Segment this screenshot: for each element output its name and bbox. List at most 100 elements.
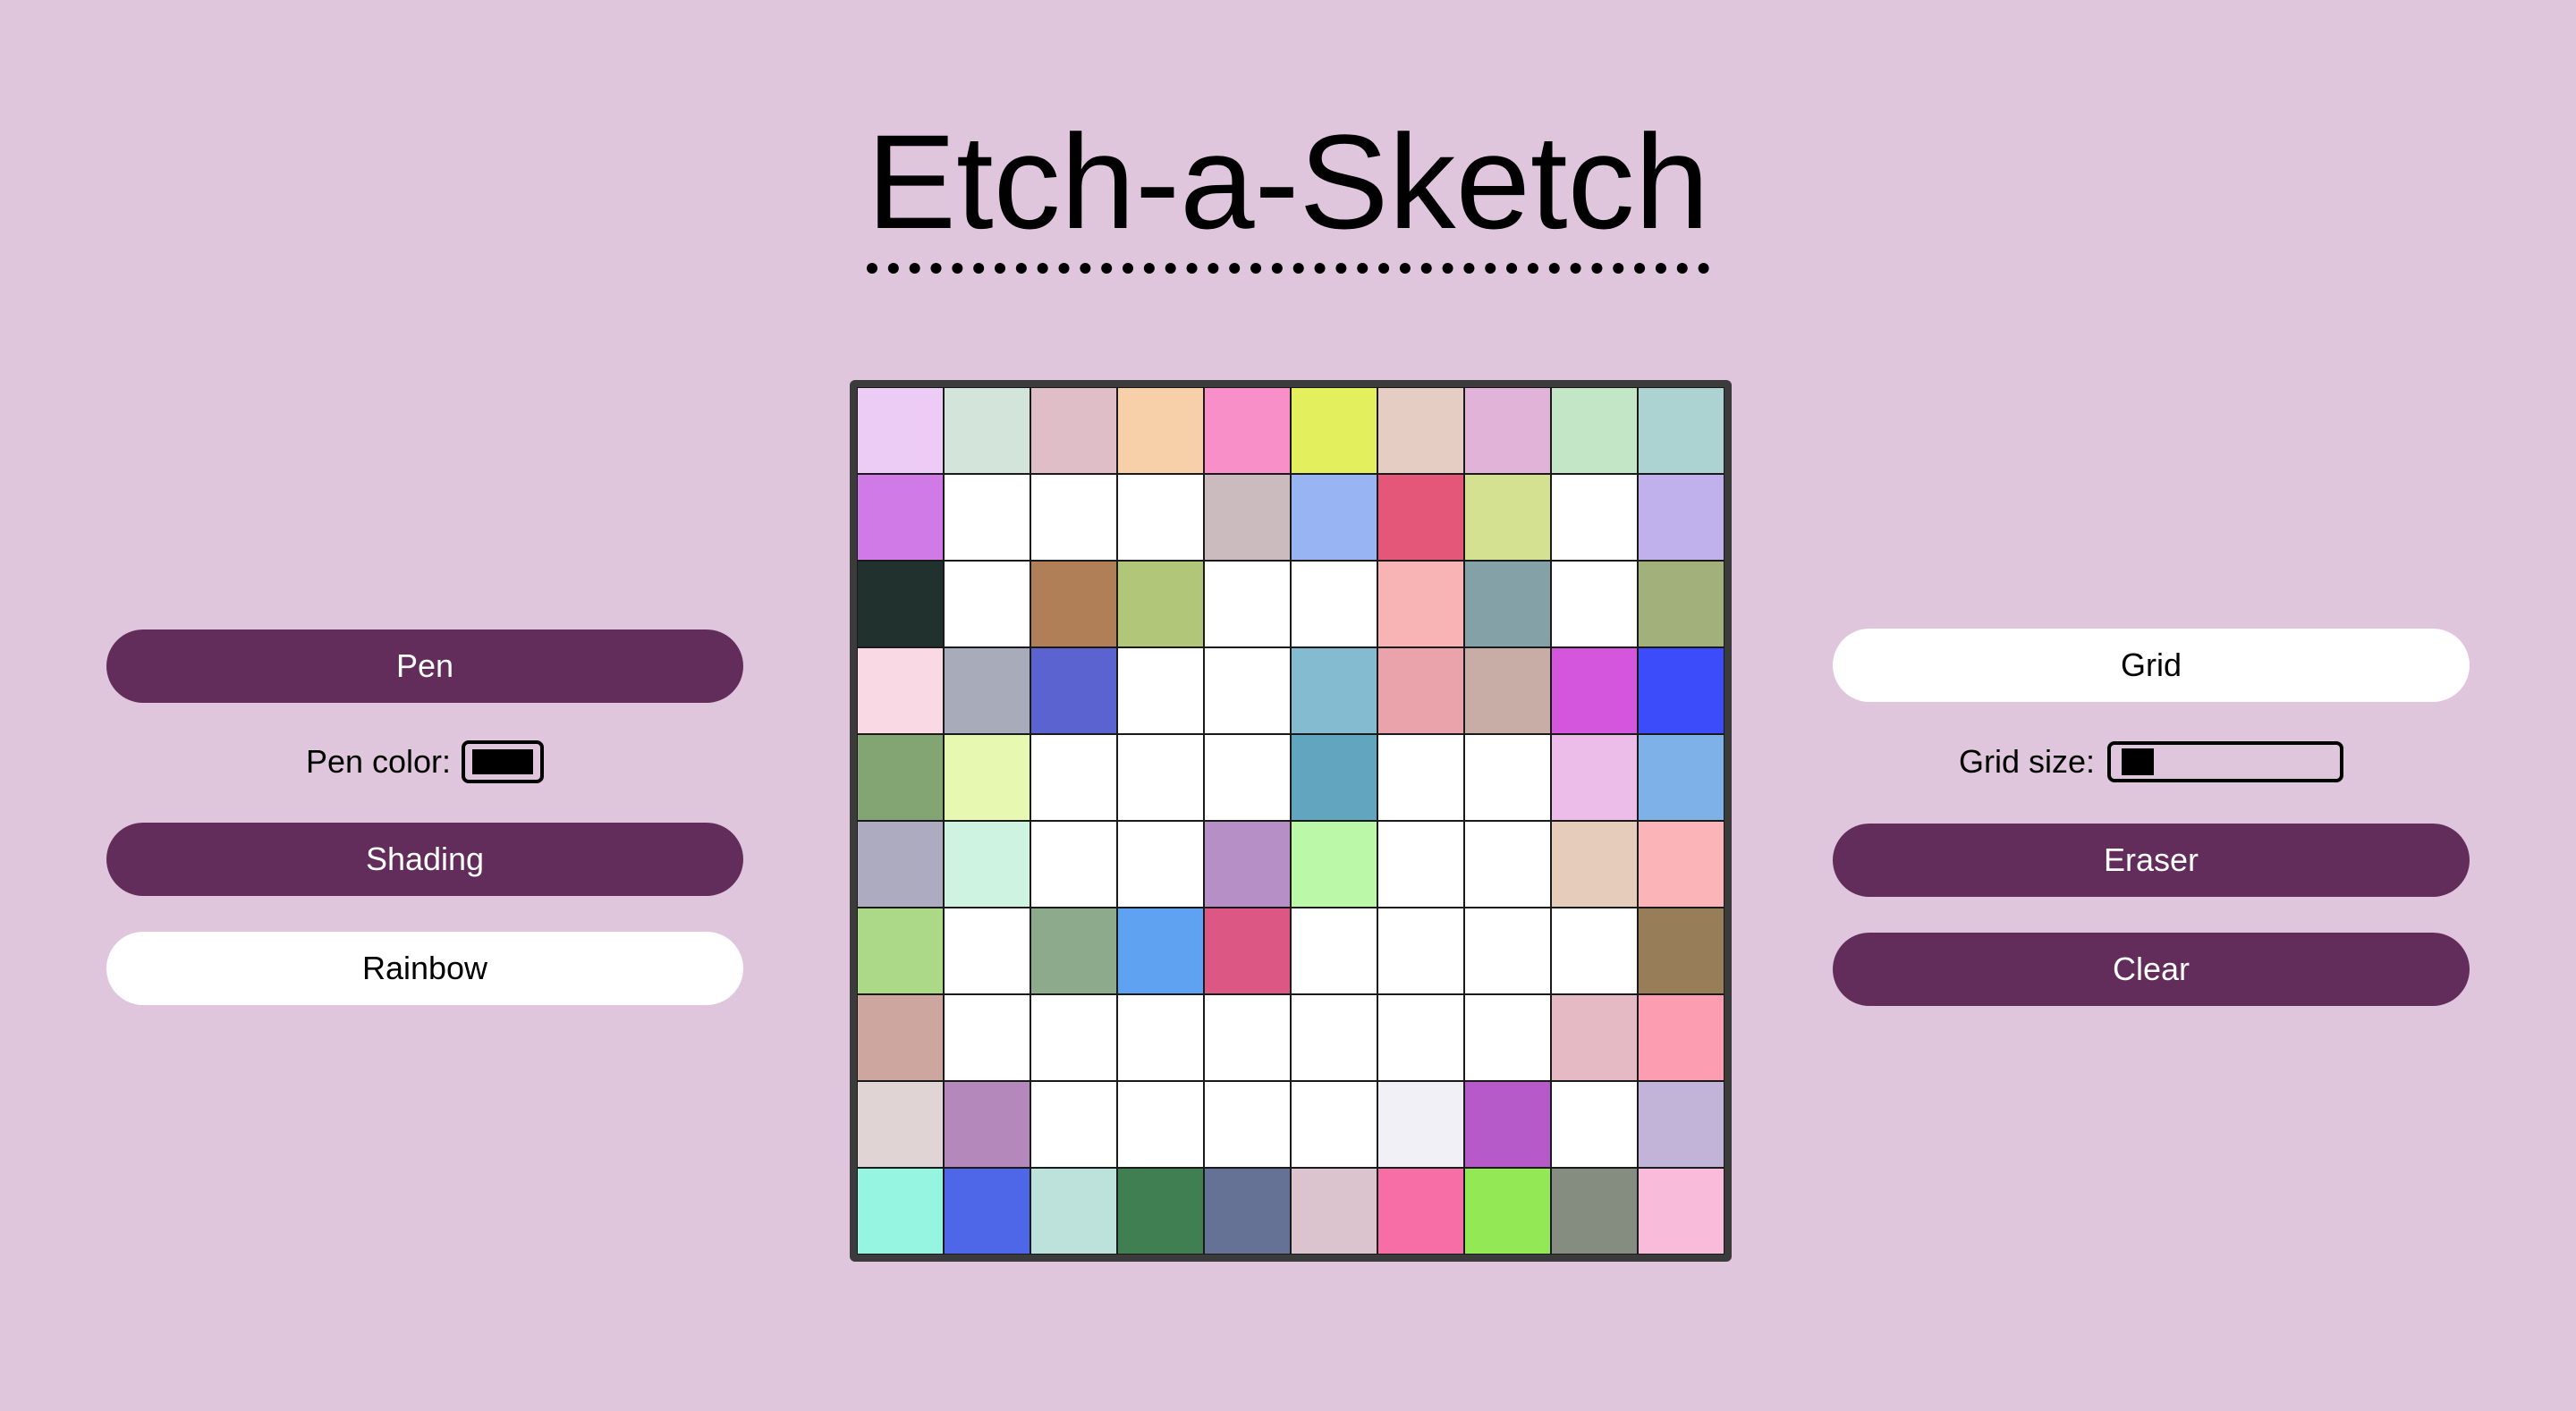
grid-cell[interactable] (1291, 821, 1377, 908)
pen-color-picker[interactable] (462, 740, 545, 783)
grid-cell[interactable] (1117, 1168, 1204, 1255)
grid-cell[interactable] (944, 821, 1030, 908)
grid-size-slider[interactable] (2107, 741, 2344, 782)
clear-button[interactable]: Clear (1833, 933, 2470, 1006)
grid-cell[interactable] (1291, 908, 1377, 994)
grid-cell[interactable] (944, 994, 1030, 1081)
grid-cell[interactable] (1291, 1168, 1377, 1255)
grid-cell[interactable] (1204, 994, 1291, 1081)
grid-cell[interactable] (857, 474, 944, 561)
grid-cell[interactable] (1030, 994, 1117, 1081)
grid-cell[interactable] (1464, 474, 1551, 561)
grid-cell[interactable] (1291, 647, 1377, 734)
grid-cell[interactable] (944, 561, 1030, 647)
grid-cell[interactable] (1030, 647, 1117, 734)
grid-cell[interactable] (1377, 474, 1464, 561)
grid-toggle-button[interactable]: Grid (1833, 629, 2470, 702)
grid-cell[interactable] (1377, 821, 1464, 908)
grid-cell[interactable] (1291, 994, 1377, 1081)
grid-cell[interactable] (1204, 821, 1291, 908)
grid-cell[interactable] (1204, 647, 1291, 734)
grid-cell[interactable] (1204, 1081, 1291, 1168)
grid-cell[interactable] (1551, 994, 1638, 1081)
grid-cell[interactable] (857, 821, 944, 908)
grid-cell[interactable] (1117, 821, 1204, 908)
grid-cell[interactable] (857, 994, 944, 1081)
grid-cell[interactable] (1291, 1081, 1377, 1168)
grid-size-slider-thumb[interactable] (2122, 748, 2155, 775)
grid-cell[interactable] (1117, 908, 1204, 994)
grid-cell[interactable] (1551, 387, 1638, 474)
grid-cell[interactable] (857, 734, 944, 821)
pen-button[interactable]: Pen (106, 629, 743, 703)
grid-cell[interactable] (1117, 387, 1204, 474)
grid-cell[interactable] (1638, 387, 1724, 474)
grid-cell[interactable] (1464, 734, 1551, 821)
grid-cell[interactable] (857, 1081, 944, 1168)
grid-cell[interactable] (1638, 994, 1724, 1081)
grid-cell[interactable] (1377, 1168, 1464, 1255)
grid-cell[interactable] (1464, 1081, 1551, 1168)
grid-cell[interactable] (1377, 647, 1464, 734)
grid-cell[interactable] (1291, 474, 1377, 561)
grid-cell[interactable] (944, 387, 1030, 474)
grid-cell[interactable] (1551, 474, 1638, 561)
grid-cell[interactable] (1117, 1081, 1204, 1168)
grid-cell[interactable] (1551, 561, 1638, 647)
grid-cell[interactable] (1291, 561, 1377, 647)
grid-cell[interactable] (1464, 387, 1551, 474)
grid-cell[interactable] (1030, 474, 1117, 561)
grid-cell[interactable] (944, 734, 1030, 821)
grid-cell[interactable] (1204, 387, 1291, 474)
grid-cell[interactable] (1551, 1168, 1638, 1255)
grid-cell[interactable] (1464, 561, 1551, 647)
grid-cell[interactable] (1030, 821, 1117, 908)
grid-cell[interactable] (1377, 1081, 1464, 1168)
grid-cell[interactable] (1551, 908, 1638, 994)
sketch-grid[interactable] (857, 387, 1724, 1255)
grid-cell[interactable] (944, 647, 1030, 734)
grid-cell[interactable] (1464, 821, 1551, 908)
grid-cell[interactable] (1551, 1081, 1638, 1168)
grid-cell[interactable] (1638, 908, 1724, 994)
grid-cell[interactable] (1377, 908, 1464, 994)
grid-cell[interactable] (1464, 647, 1551, 734)
grid-cell[interactable] (1377, 561, 1464, 647)
grid-cell[interactable] (857, 908, 944, 994)
grid-cell[interactable] (1377, 734, 1464, 821)
grid-cell[interactable] (1638, 1168, 1724, 1255)
grid-cell[interactable] (1204, 908, 1291, 994)
grid-cell[interactable] (1377, 994, 1464, 1081)
grid-cell[interactable] (1030, 734, 1117, 821)
grid-cell[interactable] (1030, 387, 1117, 474)
grid-cell[interactable] (1291, 734, 1377, 821)
grid-cell[interactable] (1551, 821, 1638, 908)
grid-cell[interactable] (1030, 908, 1117, 994)
grid-cell[interactable] (1551, 734, 1638, 821)
grid-cell[interactable] (944, 1168, 1030, 1255)
grid-cell[interactable] (1117, 734, 1204, 821)
grid-cell[interactable] (1638, 474, 1724, 561)
grid-cell[interactable] (1030, 1081, 1117, 1168)
grid-cell[interactable] (1638, 561, 1724, 647)
grid-cell[interactable] (944, 908, 1030, 994)
grid-cell[interactable] (1204, 561, 1291, 647)
grid-cell[interactable] (1638, 647, 1724, 734)
grid-cell[interactable] (1638, 821, 1724, 908)
grid-cell[interactable] (857, 561, 944, 647)
grid-cell[interactable] (857, 387, 944, 474)
grid-cell[interactable] (1204, 1168, 1291, 1255)
grid-cell[interactable] (1377, 387, 1464, 474)
rainbow-button[interactable]: Rainbow (106, 932, 743, 1005)
grid-cell[interactable] (944, 474, 1030, 561)
grid-cell[interactable] (857, 1168, 944, 1255)
grid-cell[interactable] (1030, 561, 1117, 647)
grid-cell[interactable] (1464, 1168, 1551, 1255)
grid-cell[interactable] (1030, 1168, 1117, 1255)
grid-cell[interactable] (1117, 561, 1204, 647)
grid-cell[interactable] (1551, 647, 1638, 734)
grid-cell[interactable] (1638, 734, 1724, 821)
grid-cell[interactable] (1464, 994, 1551, 1081)
eraser-button[interactable]: Eraser (1833, 824, 2470, 897)
grid-cell[interactable] (1117, 474, 1204, 561)
